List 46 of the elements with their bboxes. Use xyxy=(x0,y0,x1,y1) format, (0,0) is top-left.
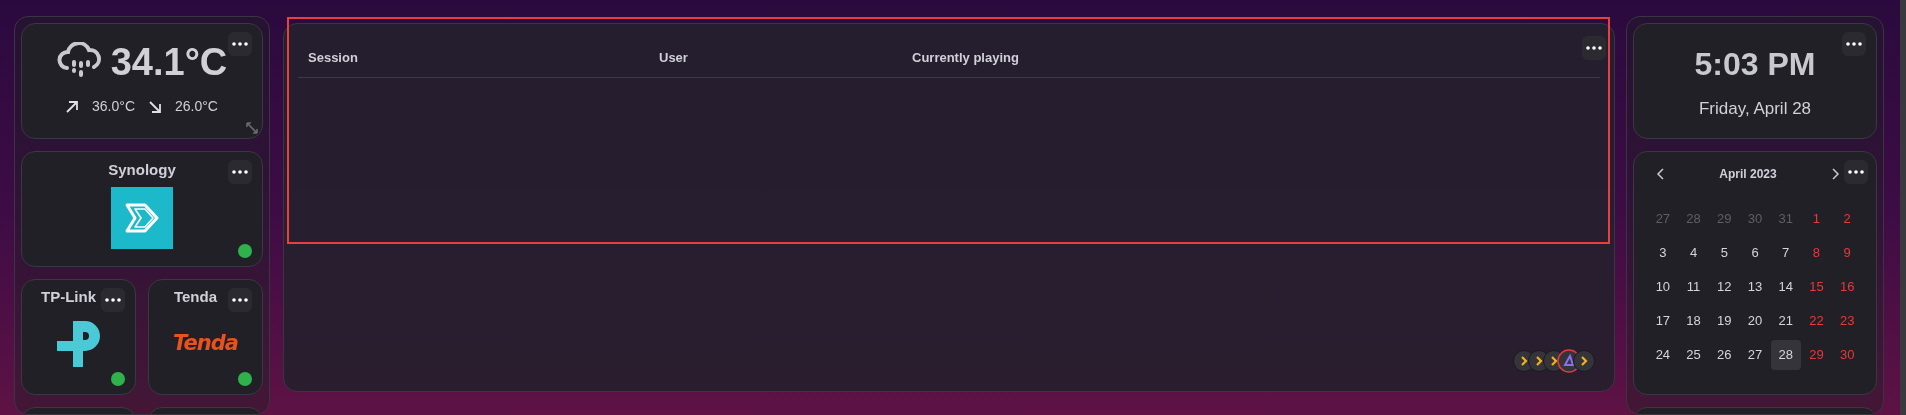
calendar-day[interactable]: 9 xyxy=(1832,238,1863,268)
calendar-day[interactable]: 23 xyxy=(1832,306,1863,336)
calendar-day[interactable]: 10 xyxy=(1647,272,1678,302)
tenda-logo: Tenda xyxy=(173,329,238,357)
calendar-day[interactable]: 3 xyxy=(1647,238,1678,268)
clock-date: Friday, April 28 xyxy=(1698,98,1812,120)
app-name: Tenda xyxy=(173,287,218,307)
calendar-day[interactable]: 1 xyxy=(1801,204,1832,234)
calendar-day[interactable]: 7 xyxy=(1770,238,1801,268)
month-title: April 2023 xyxy=(1719,166,1777,183)
column-header: User xyxy=(658,48,689,67)
calendar-day[interactable]: 21 xyxy=(1770,306,1801,336)
calendar-day[interactable]: 19 xyxy=(1709,306,1740,336)
app-tile[interactable]: TP-Link xyxy=(21,279,136,395)
calendar-day[interactable]: 25 xyxy=(1678,340,1709,370)
calendar-day[interactable]: 13 xyxy=(1740,272,1770,302)
calendar-day[interactable]: 6 xyxy=(1740,238,1770,268)
calendar-day[interactable]: 16 xyxy=(1832,272,1863,302)
app-tile[interactable]: Tenda Tenda xyxy=(148,279,263,395)
column-header: Session xyxy=(307,48,359,67)
calendar-day[interactable]: 27 xyxy=(1740,340,1770,370)
column-header: Currently playing xyxy=(911,48,1020,67)
clock-time: 5:03 PM xyxy=(1694,48,1816,80)
calendar-day[interactable]: 15 xyxy=(1801,272,1832,302)
calendar-day[interactable]: 17 xyxy=(1647,306,1678,336)
app-name: Synology xyxy=(108,160,176,180)
calendar-day[interactable]: 12 xyxy=(1709,272,1740,302)
temperature: 34.1°C xyxy=(110,43,228,81)
calendar-day[interactable]: 2 xyxy=(1832,204,1863,234)
calendar-day[interactable]: 29 xyxy=(1801,340,1832,370)
calendar-day[interactable]: 30 xyxy=(1832,340,1863,370)
calendar-day[interactable]: 8 xyxy=(1801,238,1832,268)
calendar-day[interactable]: 5 xyxy=(1709,238,1740,268)
app-tile[interactable]: Synology xyxy=(21,151,263,267)
calendar-day[interactable]: 14 xyxy=(1770,272,1801,302)
calendar-day[interactable]: 26 xyxy=(1709,340,1740,370)
calendar-day[interactable]: 20 xyxy=(1740,306,1770,336)
calendar-day[interactable]: 11 xyxy=(1678,272,1709,302)
low-temperature: 26.0°C xyxy=(175,97,218,116)
app-name: TP-Link xyxy=(41,287,96,307)
calendar-day[interactable]: 4 xyxy=(1678,238,1709,268)
calendar-day[interactable]: 22 xyxy=(1801,306,1832,336)
calendar-day[interactable]: 28 xyxy=(1770,340,1801,370)
calendar-day[interactable]: 18 xyxy=(1678,306,1709,336)
high-temperature: 36.0°C xyxy=(92,97,135,116)
calendar-day[interactable]: 24 xyxy=(1647,340,1678,370)
